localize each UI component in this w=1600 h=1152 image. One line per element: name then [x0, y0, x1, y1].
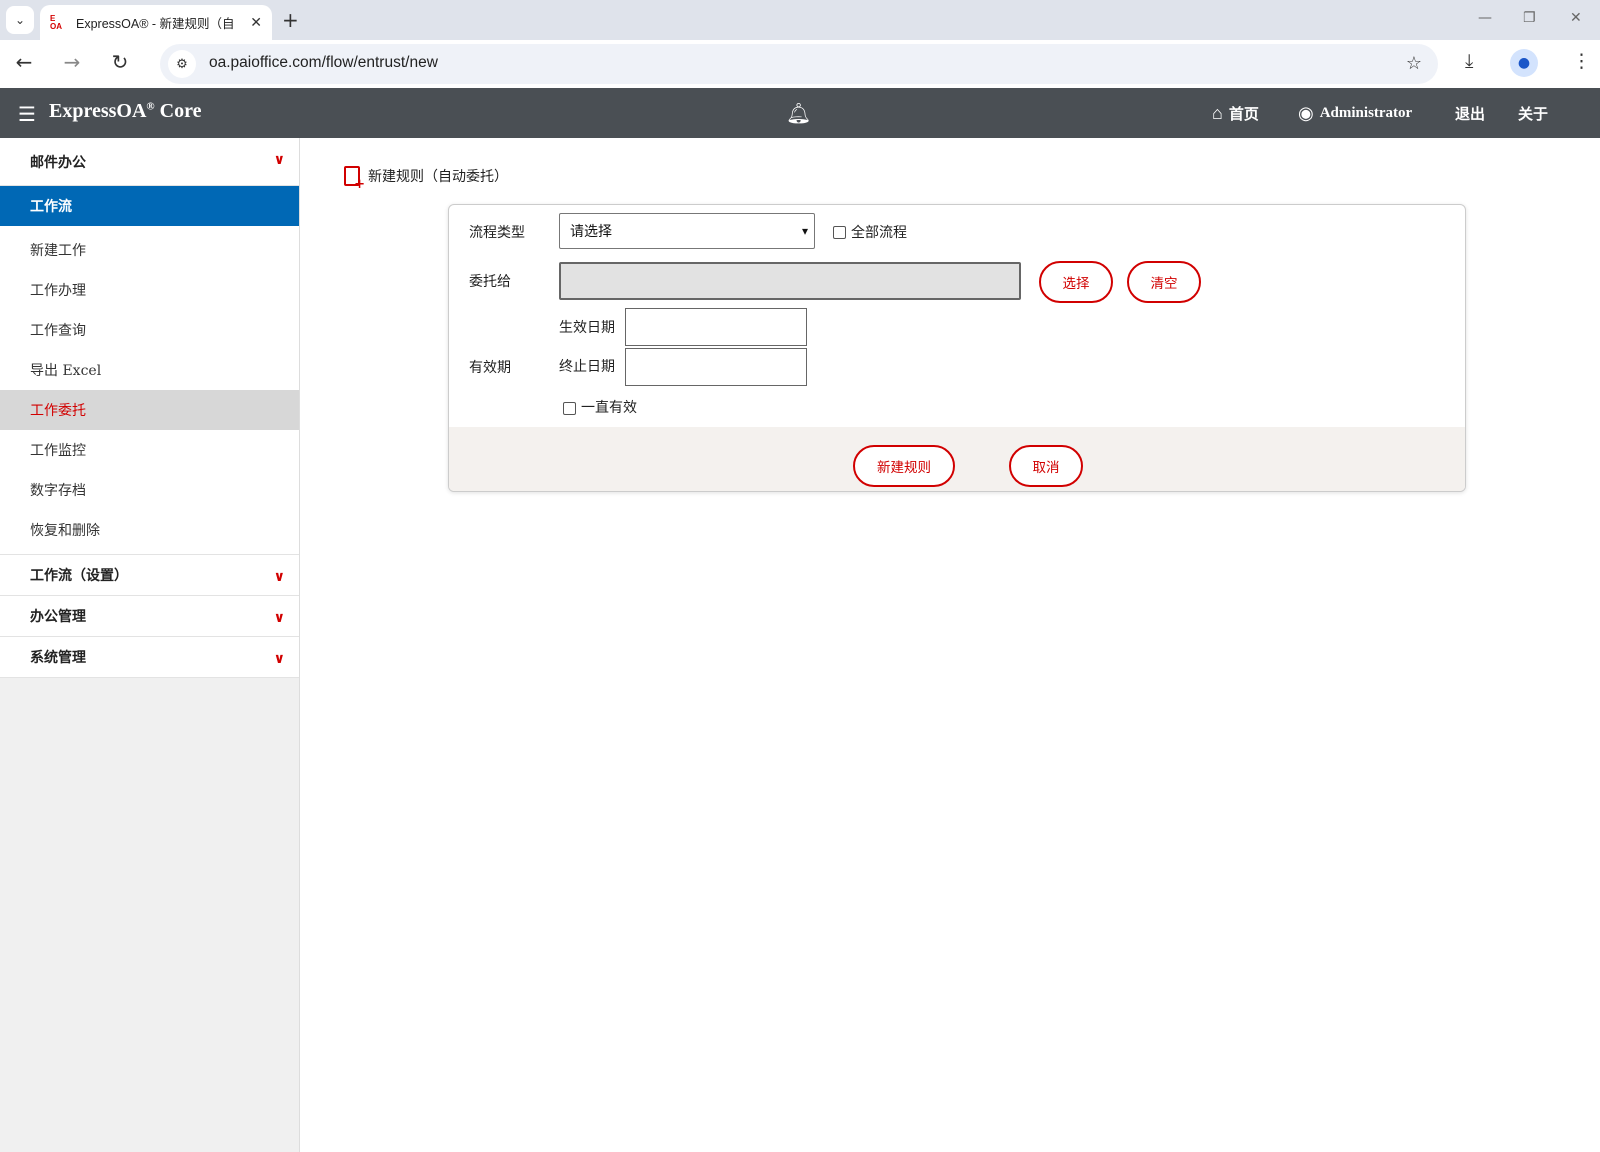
entrust-rule-form: 流程类型 请选择 ▾ 全部流程 委托给 选择 清空 生效日期 有效期 终止日期 … — [448, 204, 1466, 492]
user-circle-icon: ◉ — [1298, 103, 1314, 123]
all-flows-label: 全部流程 — [851, 225, 907, 241]
site-info-icon[interactable]: ⚙ — [168, 50, 196, 78]
download-icon[interactable]: ⤓ — [1465, 50, 1473, 72]
flow-type-select[interactable]: 请选择 ▾ — [559, 213, 815, 249]
new-document-icon — [344, 166, 365, 192]
end-date-input[interactable] — [625, 348, 807, 386]
sidebar-workflow-items: 新建工作 工作办理 工作查询 导出 Excel 工作委托 工作监控 数字存档 恢复和删除 — [0, 226, 299, 555]
sidebar-section-mail[interactable]: 邮件办公 ∨ — [0, 138, 299, 186]
browser-toolbar: ← → ↻ ⚙ oa.paioffice.com/flow/entrust/ne… — [0, 40, 1600, 88]
cancel-button[interactable]: 取消 — [1009, 445, 1083, 487]
chevron-down-icon: ▾ — [801, 224, 808, 238]
always-valid-checkbox[interactable] — [563, 402, 576, 415]
browser-tabbar: ⌄ E OA ExpressOA® - 新建规则（自 ✕ + — ❐ ✕ — [0, 0, 1600, 40]
sidebar-item[interactable]: 工作委托 — [0, 390, 299, 430]
minimize-icon[interactable]: — — [1478, 10, 1492, 26]
sidebar-section-office[interactable]: 办公管理 ∨ — [0, 596, 299, 637]
menu-kebab-icon[interactable]: ⋮ — [1572, 50, 1591, 72]
sidebar-item[interactable]: 新建工作 — [0, 230, 299, 270]
profile-avatar-icon[interactable]: ● — [1510, 49, 1538, 77]
sidebar-item[interactable]: 数字存档 — [0, 470, 299, 510]
logout-link[interactable]: 退出 — [1455, 103, 1485, 124]
chevron-down-icon: ∨ — [273, 610, 285, 626]
create-rule-button[interactable]: 新建规则 — [853, 445, 955, 487]
sidebar-item[interactable]: 工作办理 — [0, 270, 299, 310]
page-title: 新建规则（自动委托） — [344, 166, 508, 192]
chevron-down-icon: ∨ — [273, 651, 285, 667]
tab-search-icon[interactable]: ⌄ — [6, 6, 34, 34]
tab-title: ExpressOA® - 新建规则（自 — [76, 17, 235, 31]
reload-icon[interactable]: ↻ — [106, 50, 134, 74]
all-flows-checkbox[interactable] — [833, 226, 846, 239]
always-valid-label: 一直有效 — [581, 400, 637, 416]
about-link[interactable]: 关于 — [1518, 103, 1548, 124]
browser-tab[interactable]: E OA ExpressOA® - 新建规则（自 ✕ — [40, 5, 272, 40]
hamburger-menu-icon[interactable]: ☰ — [18, 102, 36, 126]
close-tab-icon[interactable]: ✕ — [250, 15, 262, 31]
end-date-label: 终止日期 — [559, 359, 615, 375]
close-window-icon[interactable]: ✕ — [1570, 10, 1582, 26]
sidebar-section-workflow[interactable]: 工作流 — [0, 186, 299, 226]
restore-icon[interactable]: ❐ — [1523, 10, 1536, 26]
select-user-button[interactable]: 选择 — [1039, 261, 1113, 303]
brand-logo[interactable]: ExpressOA® Core — [49, 100, 201, 123]
start-date-label: 生效日期 — [559, 320, 615, 336]
flow-type-label: 流程类型 — [469, 225, 525, 241]
home-link[interactable]: ⌂ 首页 — [1212, 103, 1259, 124]
favicon-icon: E OA — [50, 13, 62, 31]
sidebar-item[interactable]: 工作监控 — [0, 430, 299, 470]
sidebar-section-workflow-settings[interactable]: 工作流（设置） ∨ — [0, 555, 299, 596]
sidebar-item[interactable]: 导出 Excel — [0, 350, 299, 390]
forward-icon[interactable]: → — [58, 50, 86, 74]
entrust-to-label: 委托给 — [469, 274, 511, 290]
bookmark-star-icon[interactable]: ☆ — [1406, 53, 1422, 74]
entrust-to-input[interactable] — [559, 262, 1021, 300]
sidebar: 邮件办公 ∨ 工作流 新建工作 工作办理 工作查询 导出 Excel 工作委托 工作监控数… — [0, 138, 300, 1152]
chevron-down-icon: ∨ — [273, 569, 285, 585]
chevron-down-icon: ∨ — [273, 152, 285, 168]
start-date-input[interactable] — [625, 308, 807, 346]
notification-bell-icon[interactable]: 🔔︎ — [786, 101, 811, 125]
sidebar-item[interactable]: 工作查询 — [0, 310, 299, 350]
validity-label: 有效期 — [469, 360, 511, 376]
sidebar-item[interactable]: 恢复和删除 — [0, 510, 299, 550]
clear-button[interactable]: 清空 — [1127, 261, 1201, 303]
home-icon: ⌂ — [1212, 103, 1223, 123]
new-tab-icon[interactable]: + — [282, 8, 299, 32]
back-icon[interactable]: ← — [10, 50, 38, 74]
address-bar[interactable]: ⚙ oa.paioffice.com/flow/entrust/new ☆ — [160, 44, 1438, 84]
user-link[interactable]: ◉ Administrator — [1298, 103, 1412, 124]
sidebar-section-system[interactable]: 系统管理 ∨ — [0, 637, 299, 678]
url-text[interactable]: oa.paioffice.com/flow/entrust/new — [209, 54, 438, 72]
app-header: ☰ ExpressOA® Core 🔔︎ ⌂ 首页 ◉ Administrato… — [0, 88, 1600, 138]
form-footer: 新建规则 取消 — [449, 427, 1465, 491]
